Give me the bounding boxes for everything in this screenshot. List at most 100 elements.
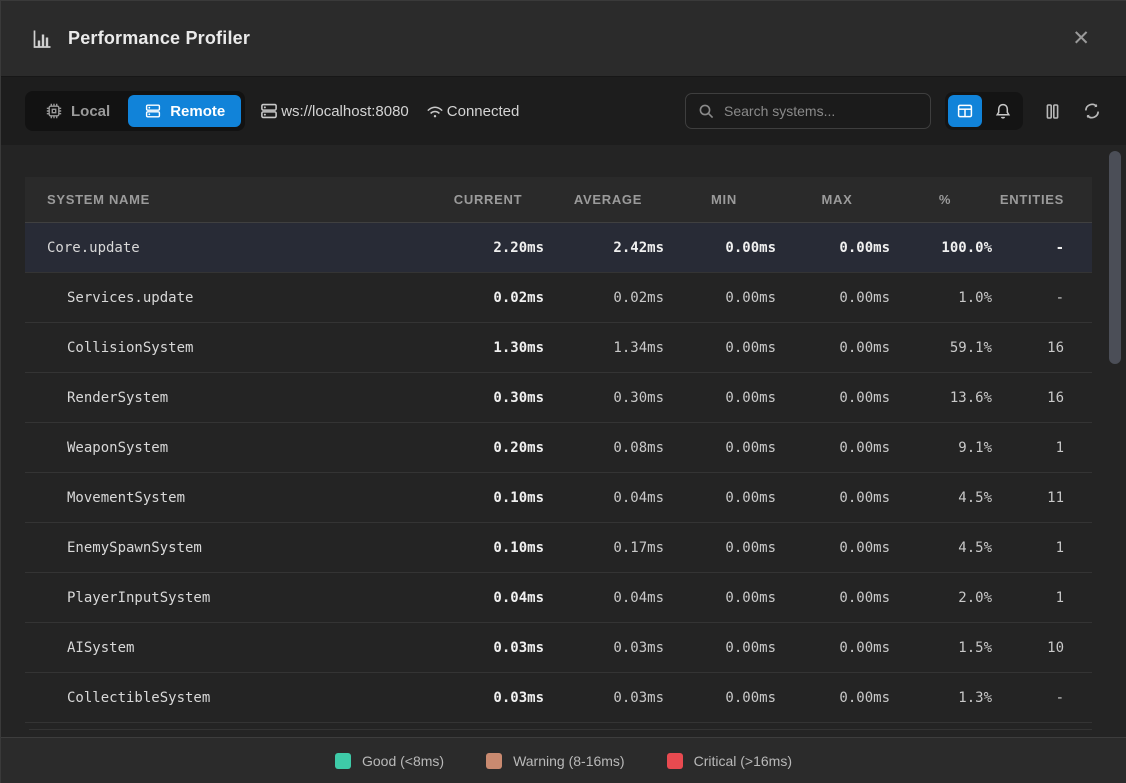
column-header-current[interactable]: CURRENT (428, 192, 548, 207)
system-name: CollectibleSystem (25, 690, 428, 706)
min-value: 0.00ms (668, 240, 780, 256)
system-name: CollisionSystem (25, 340, 428, 356)
table-row[interactable]: PlayerInputSystem 0.04ms 0.04ms 0.00ms 0… (25, 573, 1092, 623)
entities-value: 16 (996, 390, 1092, 406)
min-value: 0.00ms (668, 340, 780, 356)
column-header-percent[interactable]: % (894, 192, 996, 207)
max-value: 0.00ms (780, 540, 894, 556)
search-input[interactable] (724, 103, 918, 119)
table-row[interactable]: Services.update 0.02ms 0.02ms 0.00ms 0.0… (25, 273, 1092, 323)
table-row[interactable]: MovementSystem 0.10ms 0.04ms 0.00ms 0.00… (25, 473, 1092, 523)
table-row[interactable]: AISystem 0.03ms 0.03ms 0.00ms 0.00ms 1.5… (25, 623, 1092, 673)
search-box[interactable] (685, 93, 931, 129)
percent-value: 2.0% (894, 590, 996, 606)
column-header-min[interactable]: MIN (668, 192, 780, 207)
current-value: 2.20ms (428, 240, 548, 256)
table-header: SYSTEM NAME CURRENT AVERAGE MIN MAX % EN… (25, 177, 1092, 223)
system-name: EnemySpawnSystem (25, 540, 428, 556)
legend-label: Good (<8ms) (362, 753, 444, 769)
refresh-button[interactable] (1082, 101, 1102, 121)
table-row[interactable]: EnemySpawnSystem 0.10ms 0.17ms 0.00ms 0.… (25, 523, 1092, 573)
column-header-entities[interactable]: ENTITIES (996, 192, 1092, 207)
max-value: 0.00ms (780, 590, 894, 606)
table-row-clipped (29, 723, 1092, 730)
average-value: 1.34ms (548, 340, 668, 356)
percent-value: 9.1% (894, 440, 996, 456)
min-value: 0.00ms (668, 290, 780, 306)
server-icon (144, 102, 162, 120)
max-value: 0.00ms (780, 490, 894, 506)
entities-value: 1 (996, 540, 1092, 556)
pause-icon (1043, 102, 1062, 121)
current-value: 0.03ms (428, 690, 548, 706)
server-icon (259, 101, 279, 121)
table-view-icon (956, 102, 974, 120)
entities-value: 11 (996, 490, 1092, 506)
average-value: 0.04ms (548, 490, 668, 506)
table-row[interactable]: WeaponSystem 0.20ms 0.08ms 0.00ms 0.00ms… (25, 423, 1092, 473)
max-value: 0.00ms (780, 390, 894, 406)
performance-profiler-window: Performance Profiler ✕ Local (0, 0, 1126, 783)
cpu-icon (45, 102, 63, 120)
entities-value: 16 (996, 340, 1092, 356)
vertical-scrollbar-thumb[interactable] (1109, 151, 1121, 364)
percent-value: 100.0% (894, 240, 996, 256)
max-value: 0.00ms (780, 240, 894, 256)
system-name: Services.update (25, 290, 428, 306)
column-header-max[interactable]: MAX (780, 192, 894, 207)
entities-value: 1 (996, 590, 1092, 606)
average-value: 0.17ms (548, 540, 668, 556)
entities-value: 10 (996, 640, 1092, 656)
local-tab-button[interactable]: Local (29, 95, 126, 127)
current-value: 0.10ms (428, 490, 548, 506)
current-value: 0.30ms (428, 390, 548, 406)
column-header-average[interactable]: AVERAGE (548, 192, 668, 207)
table-view-button[interactable] (948, 95, 982, 127)
table-row[interactable]: Core.update 2.20ms 2.42ms 0.00ms 0.00ms … (25, 223, 1092, 273)
legend-item-good: Good (<8ms) (335, 753, 444, 769)
legend-item-critical: Critical (>16ms) (667, 753, 792, 769)
average-value: 0.30ms (548, 390, 668, 406)
current-value: 0.02ms (428, 290, 548, 306)
remote-tab-label: Remote (170, 103, 225, 120)
percent-value: 13.6% (894, 390, 996, 406)
current-value: 0.03ms (428, 640, 548, 656)
max-value: 0.00ms (780, 440, 894, 456)
table-row[interactable]: CollectibleSystem 0.03ms 0.03ms 0.00ms 0… (25, 673, 1092, 723)
min-value: 0.00ms (668, 540, 780, 556)
average-value: 0.08ms (548, 440, 668, 456)
alerts-button[interactable] (986, 95, 1020, 127)
websocket-url: ws://localhost:8080 (281, 103, 409, 120)
warning-color-swatch (486, 753, 502, 769)
remote-tab-button[interactable]: Remote (128, 95, 241, 127)
percent-value: 59.1% (894, 340, 996, 356)
pause-button[interactable] (1043, 102, 1062, 121)
percent-value: 4.5% (894, 490, 996, 506)
min-value: 0.00ms (668, 390, 780, 406)
table-row[interactable]: CollisionSystem 1.30ms 1.34ms 0.00ms 0.0… (25, 323, 1092, 373)
system-name: RenderSystem (25, 390, 428, 406)
average-value: 0.04ms (548, 590, 668, 606)
table-row[interactable]: RenderSystem 0.30ms 0.30ms 0.00ms 0.00ms… (25, 373, 1092, 423)
entities-value: - (996, 240, 1092, 256)
good-color-swatch (335, 753, 351, 769)
min-value: 0.00ms (668, 590, 780, 606)
max-value: 0.00ms (780, 340, 894, 356)
entities-value: 1 (996, 440, 1092, 456)
legend-bar: Good (<8ms) Warning (8-16ms) Critical (>… (1, 737, 1126, 783)
search-icon (698, 103, 715, 120)
legend-label: Critical (>16ms) (694, 753, 792, 769)
max-value: 0.00ms (780, 640, 894, 656)
system-name: AISystem (25, 640, 428, 656)
bell-icon (994, 102, 1012, 120)
max-value: 0.00ms (780, 690, 894, 706)
system-name: PlayerInputSystem (25, 590, 428, 606)
critical-color-swatch (667, 753, 683, 769)
min-value: 0.00ms (668, 690, 780, 706)
column-header-system-name[interactable]: SYSTEM NAME (25, 192, 428, 207)
average-value: 0.02ms (548, 290, 668, 306)
min-value: 0.00ms (668, 640, 780, 656)
close-icon[interactable]: ✕ (1066, 24, 1096, 53)
average-value: 0.03ms (548, 640, 668, 656)
table-container: SYSTEM NAME CURRENT AVERAGE MIN MAX % EN… (1, 145, 1126, 737)
